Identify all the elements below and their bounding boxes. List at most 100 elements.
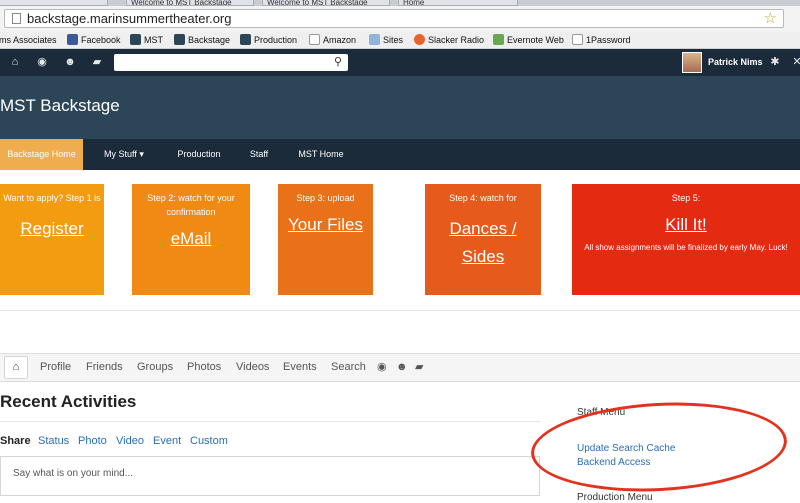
facebook-icon [67,34,78,45]
nav-my-stuff[interactable]: My Stuff ▾ [89,139,159,170]
mst-icon [130,34,141,45]
bookmark-label: MST [144,35,163,45]
bookmark-item[interactable]: Facebook [67,34,121,46]
nav-label: MST Home [298,149,344,159]
tab-events[interactable]: Events [283,354,317,381]
page-icon [12,13,21,24]
bookmark-label: Facebook [81,35,121,45]
evernote-icon [493,34,504,45]
chat-icon[interactable]: ▰ [88,54,106,71]
nav-production[interactable]: Production [168,139,230,170]
home-icon[interactable]: ⌂ [4,356,28,379]
tab-friends[interactable]: Friends [86,354,123,381]
user-name[interactable]: Patrick Nims [708,49,763,76]
profile-tabs: ⌂ Profile Friends Groups Photos Videos E… [0,353,800,382]
register-link[interactable]: Register [0,219,104,239]
close-icon[interactable]: ✕ [788,54,800,71]
nav-label: My Stuff [104,149,137,159]
step-text: Want to apply? Step 1 is [3,193,101,203]
mst-icon [240,34,251,45]
production-menu-heading: Production Menu [577,492,653,503]
bookmark-label: Backstage [188,35,231,45]
amazon-icon [309,34,320,45]
bookmark-item[interactable]: ms Associates [0,34,57,46]
bookmark-star-icon[interactable]: ☆ [764,10,777,27]
bookmark-item[interactable]: MST [130,34,163,46]
bookmark-item[interactable]: Slacker Radio [414,34,484,46]
users-icon[interactable]: ☻ [396,354,408,381]
bookmark-label: Amazon [323,35,357,45]
users-icon[interactable]: ☻ [61,54,79,71]
divider [0,421,540,422]
tile-note: All show assignments will be finalized b… [584,243,788,252]
step-text: Step 3: upload [296,193,355,203]
email-link[interactable]: eMail [132,229,250,249]
search-icon[interactable]: ⚲ [334,54,342,71]
nav-backstage-home[interactable]: Backstage Home [0,139,83,170]
bookmark-label: Sites [383,35,404,45]
step-tile-5: Step 5: Kill It! All show assignments wi… [572,184,800,295]
address-bar-row: backstage.marinsummertheater.org ☆ [0,6,800,33]
bookmark-item[interactable]: Backstage [174,34,230,46]
step-tile-3: Step 3: upload Your Files [278,184,373,295]
tab-photos[interactable]: Photos [187,354,221,381]
step-tile-4: Step 4: watch for Dances / Sides [425,184,541,295]
site-toolbar: ⌂ ◉ ☻ ▰ ⚲ Patrick Nims ✱ ✕ [0,49,800,76]
chevron-down-icon: ▾ [139,149,144,159]
divider [0,310,800,311]
tab-videos[interactable]: Videos [236,354,269,381]
bookmark-item[interactable]: Production [240,34,297,46]
mst-icon [174,34,185,45]
share-label: Share [0,435,31,447]
share-video[interactable]: Video [116,433,144,449]
tab-search[interactable]: Search [331,354,366,381]
annotation-ellipse [528,396,790,498]
share-status[interactable]: Status [38,433,69,449]
bookmark-item[interactable]: Sites [369,34,403,46]
tab-groups[interactable]: Groups [137,354,173,381]
step-text: Step 5: [671,193,701,203]
share-event[interactable]: Event [153,433,181,449]
site-title[interactable]: MST Backstage [0,96,120,116]
status-placeholder: Say what is on your mind... [13,468,134,479]
chat-icon[interactable]: ▰ [415,354,423,381]
home-icon[interactable]: ⌂ [6,54,24,71]
share-photo[interactable]: Photo [78,433,107,449]
bookmark-label: Evernote Web [507,35,564,45]
bookmark-item[interactable]: Amazon [309,34,356,46]
address-bar[interactable]: backstage.marinsummertheater.org ☆ [4,9,784,28]
kill-it-link[interactable]: Kill It! [572,215,800,235]
tab-profile[interactable]: Profile [40,354,71,381]
gear-icon[interactable]: ✱ [766,54,784,71]
bookmark-label: Production [254,35,298,45]
recent-activities-heading: Recent Activities [0,392,137,411]
your-files-link[interactable]: Your Files [278,215,373,235]
step-tile-1: Want to apply? Step 1 is Register [0,184,104,295]
page-icon [572,34,583,45]
bookmark-label: 1Password [586,35,631,45]
share-custom[interactable]: Custom [190,433,228,449]
step-tile-2: Step 2: watch for your confirmation eMai… [132,184,250,295]
main-nav: Backstage Home My Stuff ▾ Production Sta… [0,139,800,170]
bookmark-item[interactable]: Evernote Web [493,34,564,46]
status-input[interactable]: Say what is on your mind... [0,456,540,496]
dances-sides-link[interactable]: Dances / Sides [425,215,541,271]
bookmark-label: Slacker Radio [428,35,485,45]
nav-mst-home[interactable]: MST Home [290,139,352,170]
nav-staff[interactable]: Staff [240,139,278,170]
bookmark-item[interactable]: 1Password [572,34,631,46]
nav-label: Backstage Home [7,149,76,159]
bookmark-label: ms Associates [0,35,57,45]
nav-label: Staff [249,149,269,159]
slacker-icon [414,34,425,45]
search-input[interactable]: ⚲ [114,54,348,71]
globe-icon[interactable]: ◉ [33,54,51,71]
globe-icon[interactable]: ◉ [377,354,387,381]
url-text[interactable]: backstage.marinsummertheater.org [27,11,231,27]
nav-label: Production [177,149,221,159]
step-text: Step 4: watch for [449,193,517,203]
site-header: MST Backstage [0,76,800,139]
avatar[interactable] [682,52,702,73]
folder-icon [369,34,380,45]
bookmarks-bar: ms Associates Facebook MST Backstage Pro… [0,32,800,49]
